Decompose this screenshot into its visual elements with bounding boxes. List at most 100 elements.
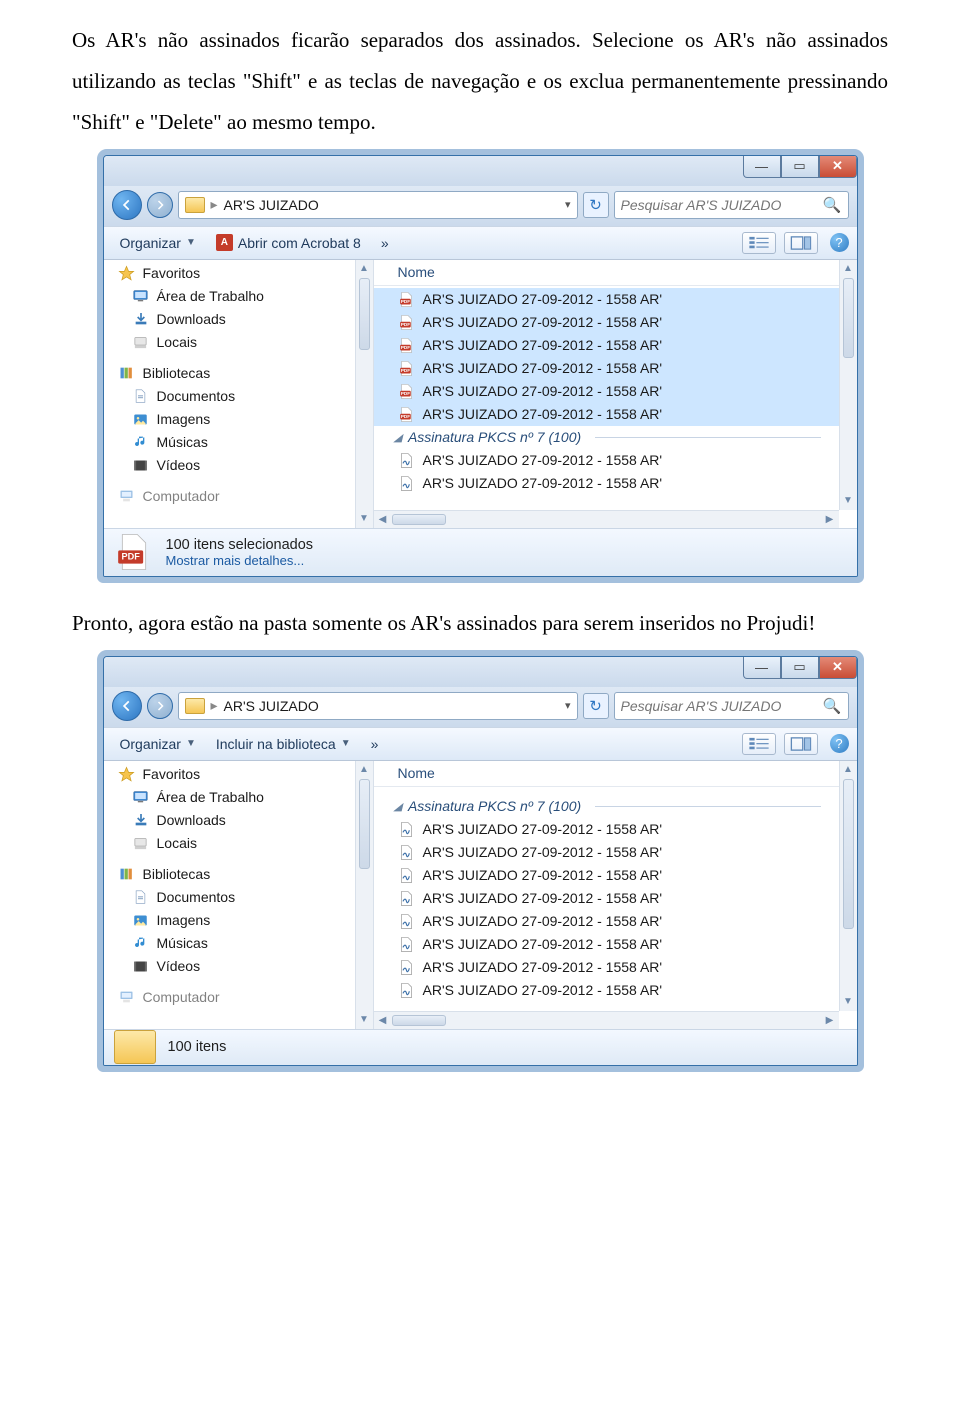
scroll-down-icon[interactable]: ▼ <box>840 993 857 1011</box>
forward-button[interactable] <box>147 693 173 719</box>
organize-button[interactable]: Organizar ▼ <box>112 734 204 754</box>
help-button[interactable]: ? <box>830 734 849 753</box>
include-in-library-button[interactable]: Incluir na biblioteca ▼ <box>208 734 359 754</box>
scroll-thumb[interactable] <box>359 779 370 869</box>
scroll-down-icon[interactable]: ▼ <box>356 510 373 528</box>
sidebar-favorites[interactable]: Favoritos <box>110 763 373 786</box>
nav-scrollbar[interactable]: ▲ ▼ <box>355 761 373 1029</box>
file-row[interactable]: AR'S JUIZADO 27-09-2012 - 1558 AR' <box>374 403 839 426</box>
back-button[interactable] <box>112 190 142 220</box>
column-header-name[interactable]: Nome <box>374 761 857 787</box>
file-scrollbar-v[interactable]: ▲ ▼ <box>839 761 857 1011</box>
file-row[interactable]: AR'S JUIZADO 27-09-2012 - 1558 AR' <box>374 380 839 403</box>
scroll-left-icon[interactable]: ◀ <box>374 1012 392 1029</box>
sidebar-documents[interactable]: Documentos <box>110 385 373 408</box>
sidebar-desktop[interactable]: Área de Trabalho <box>110 285 373 308</box>
file-group-header[interactable]: ◢ Assinatura PKCS nº 7 (100) <box>374 426 839 449</box>
sidebar-pictures[interactable]: Imagens <box>110 909 373 932</box>
toolbar-overflow[interactable]: » <box>373 233 397 253</box>
scroll-thumb[interactable] <box>392 514 446 525</box>
scroll-thumb[interactable] <box>359 278 370 350</box>
search-icon[interactable]: 🔍 <box>823 697 842 715</box>
file-row[interactable]: AR'S JUIZADO 27-09-2012 - 1558 AR' <box>374 311 839 334</box>
file-row[interactable]: AR'S JUIZADO 27-09-2012 - 1558 AR' <box>374 933 839 956</box>
scroll-up-icon[interactable]: ▲ <box>356 761 373 779</box>
file-row[interactable]: AR'S JUIZADO 27-09-2012 - 1558 AR' <box>374 956 839 979</box>
breadcrumb-dropdown-icon[interactable]: ▾ <box>565 699 571 712</box>
file-row[interactable]: AR'S JUIZADO 27-09-2012 - 1558 AR' <box>374 910 839 933</box>
open-with-acrobat-button[interactable]: A Abrir com Acrobat 8 <box>208 232 369 253</box>
file-row[interactable]: AR'S JUIZADO 27-09-2012 - 1558 AR' <box>374 818 839 841</box>
search-input[interactable] <box>621 197 817 213</box>
nav-scrollbar[interactable]: ▲ ▼ <box>355 260 373 528</box>
search-box[interactable]: 🔍 <box>614 692 849 720</box>
file-row[interactable]: AR'S JUIZADO 27-09-2012 - 1558 AR' <box>374 864 839 887</box>
status-details-link[interactable]: Mostrar mais detalhes... <box>166 553 314 568</box>
close-button[interactable]: ✕ <box>819 657 857 679</box>
address-bar[interactable]: ▸ AR'S JUIZADO ▾ <box>178 191 578 219</box>
file-scrollbar-h[interactable]: ◀ ▶ <box>374 510 839 528</box>
sidebar-recent[interactable]: Locais <box>110 832 373 855</box>
toolbar-overflow[interactable]: » <box>363 734 387 754</box>
sidebar-computer[interactable]: Computador <box>110 485 373 508</box>
sidebar-downloads[interactable]: Downloads <box>110 809 373 832</box>
scroll-right-icon[interactable]: ▶ <box>821 1012 839 1029</box>
sidebar-music[interactable]: Músicas <box>110 431 373 454</box>
help-button[interactable]: ? <box>830 233 849 252</box>
maximize-button[interactable]: ▭ <box>781 156 819 178</box>
sidebar-favorites[interactable]: Favoritos <box>110 262 373 285</box>
scroll-left-icon[interactable]: ◀ <box>374 511 392 528</box>
scroll-up-icon[interactable]: ▲ <box>356 260 373 278</box>
sidebar-computer[interactable]: Computador <box>110 986 373 1009</box>
maximize-button[interactable]: ▭ <box>781 657 819 679</box>
scroll-up-icon[interactable]: ▲ <box>840 761 857 779</box>
scroll-thumb[interactable] <box>843 779 854 929</box>
view-mode-button[interactable] <box>742 232 776 254</box>
sidebar-downloads[interactable]: Downloads <box>110 308 373 331</box>
file-row[interactable]: AR'S JUIZADO 27-09-2012 - 1558 AR' <box>374 334 839 357</box>
scroll-thumb[interactable] <box>392 1015 446 1026</box>
refresh-button[interactable]: ↻ <box>583 693 609 719</box>
search-box[interactable]: 🔍 <box>614 191 849 219</box>
file-group-header[interactable]: ◢ Assinatura PKCS nº 7 (100) <box>374 795 839 818</box>
file-row[interactable]: AR'S JUIZADO 27-09-2012 - 1558 AR' <box>374 887 839 910</box>
preview-pane-button[interactable] <box>784 733 818 755</box>
scroll-up-icon[interactable]: ▲ <box>840 260 857 278</box>
column-header-name[interactable]: Nome <box>374 260 857 286</box>
sidebar-videos[interactable]: Vídeos <box>110 955 373 978</box>
back-button[interactable] <box>112 691 142 721</box>
sidebar-libraries[interactable]: Bibliotecas <box>110 362 373 385</box>
sidebar-recent[interactable]: Locais <box>110 331 373 354</box>
file-row[interactable]: AR'S JUIZADO 27-09-2012 - 1558 AR' <box>374 472 839 495</box>
breadcrumb-dropdown-icon[interactable]: ▾ <box>565 198 571 211</box>
file-row[interactable]: AR'S JUIZADO 27-09-2012 - 1558 AR' <box>374 357 839 380</box>
breadcrumb-folder[interactable]: AR'S JUIZADO <box>224 698 319 714</box>
scroll-thumb[interactable] <box>843 278 854 358</box>
scroll-down-icon[interactable]: ▼ <box>356 1011 373 1029</box>
sidebar-music[interactable]: Músicas <box>110 932 373 955</box>
organize-button[interactable]: Organizar ▼ <box>112 233 204 253</box>
close-button[interactable]: ✕ <box>819 156 857 178</box>
file-scrollbar-h[interactable]: ◀ ▶ <box>374 1011 839 1029</box>
minimize-button[interactable]: — <box>743 156 781 178</box>
forward-button[interactable] <box>147 192 173 218</box>
sidebar-pictures[interactable]: Imagens <box>110 408 373 431</box>
scroll-down-icon[interactable]: ▼ <box>840 492 857 510</box>
sidebar-desktop[interactable]: Área de Trabalho <box>110 786 373 809</box>
view-mode-button[interactable] <box>742 733 776 755</box>
scroll-right-icon[interactable]: ▶ <box>821 511 839 528</box>
file-scrollbar-v[interactable]: ▲ ▼ <box>839 260 857 510</box>
file-row[interactable]: AR'S JUIZADO 27-09-2012 - 1558 AR' <box>374 449 839 472</box>
file-row[interactable]: AR'S JUIZADO 27-09-2012 - 1558 AR' <box>374 841 839 864</box>
file-row[interactable]: AR'S JUIZADO 27-09-2012 - 1558 AR' <box>374 979 839 1002</box>
preview-pane-button[interactable] <box>784 232 818 254</box>
file-row[interactable]: AR'S JUIZADO 27-09-2012 - 1558 AR' <box>374 288 839 311</box>
search-input[interactable] <box>621 698 817 714</box>
minimize-button[interactable]: — <box>743 657 781 679</box>
sidebar-documents[interactable]: Documentos <box>110 886 373 909</box>
refresh-button[interactable]: ↻ <box>583 192 609 218</box>
address-bar[interactable]: ▸ AR'S JUIZADO ▾ <box>178 692 578 720</box>
search-icon[interactable]: 🔍 <box>823 196 842 214</box>
breadcrumb-folder[interactable]: AR'S JUIZADO <box>224 197 319 213</box>
sidebar-videos[interactable]: Vídeos <box>110 454 373 477</box>
